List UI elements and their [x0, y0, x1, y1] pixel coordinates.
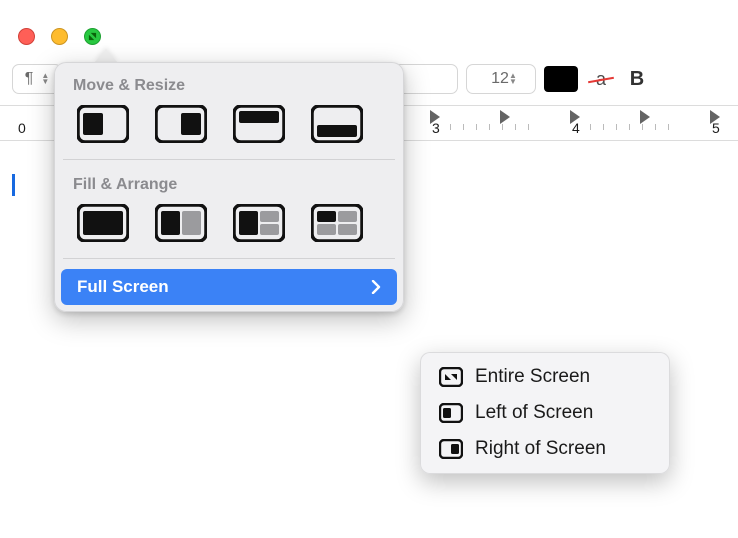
- fill-arrange-header: Fill & Arrange: [55, 170, 403, 204]
- fill-arrange-row: [55, 204, 403, 258]
- tab-stop-icon[interactable]: [640, 110, 650, 124]
- maximize-window-button[interactable]: [84, 28, 101, 45]
- submenu-label: Entire Screen: [475, 366, 590, 388]
- text-cursor: [12, 174, 15, 196]
- left-of-screen-icon: [439, 403, 463, 423]
- move-resize-header: Move & Resize: [55, 71, 403, 105]
- tile-arrange-quarters[interactable]: [311, 204, 363, 242]
- text-color-swatch[interactable]: [544, 66, 578, 92]
- chevron-updown-icon: ▲▼: [41, 73, 49, 85]
- tab-stop-icon[interactable]: [570, 110, 580, 124]
- chevron-right-icon: [371, 280, 381, 294]
- strikethrough-button[interactable]: a: [586, 69, 616, 90]
- submenu-label: Right of Screen: [475, 438, 606, 460]
- tab-stop-icon[interactable]: [710, 110, 720, 124]
- tile-left-half[interactable]: [77, 105, 129, 143]
- divider: [63, 159, 395, 160]
- tile-arrange-top-quarters[interactable]: [233, 204, 285, 242]
- window-tiling-popover: Move & Resize Fill & Arrange Full Scr: [54, 62, 404, 312]
- window-traffic-lights: [18, 28, 101, 45]
- font-size-value: 12: [491, 70, 509, 88]
- submenu-right-of-screen[interactable]: Right of Screen: [427, 431, 663, 467]
- full-screen-label: Full Screen: [77, 277, 169, 297]
- tile-right-half[interactable]: [155, 105, 207, 143]
- tab-stop-icon[interactable]: [430, 110, 440, 124]
- submenu-left-of-screen[interactable]: Left of Screen: [427, 395, 663, 431]
- right-of-screen-icon: [439, 439, 463, 459]
- full-screen-submenu: Entire Screen Left of Screen Right of Sc…: [420, 352, 670, 474]
- full-screen-menu-item[interactable]: Full Screen: [61, 269, 397, 305]
- tile-bottom-half[interactable]: [311, 105, 363, 143]
- font-size-dropdown[interactable]: 12 ▲▼: [466, 64, 536, 94]
- ruler-mark: 0: [18, 120, 26, 136]
- tile-top-half[interactable]: [233, 105, 285, 143]
- close-window-button[interactable]: [18, 28, 35, 45]
- divider: [63, 258, 395, 259]
- tile-arrange-left[interactable]: [155, 204, 207, 242]
- bold-letter: B: [630, 68, 644, 90]
- tab-stop-icon[interactable]: [500, 110, 510, 124]
- paragraph-icon: ¶: [25, 70, 34, 88]
- entire-screen-icon: [439, 367, 463, 387]
- bold-button[interactable]: B: [624, 68, 650, 91]
- submenu-entire-screen[interactable]: Entire Screen: [427, 359, 663, 395]
- minimize-window-button[interactable]: [51, 28, 68, 45]
- tile-fill[interactable]: [77, 204, 129, 242]
- move-resize-row: [55, 105, 403, 159]
- submenu-label: Left of Screen: [475, 402, 593, 424]
- chevron-updown-icon: ▲▼: [509, 73, 517, 85]
